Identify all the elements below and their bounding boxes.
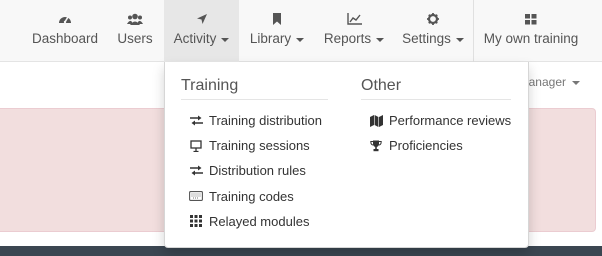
nav-divider [473, 0, 474, 62]
chevron-down-icon [455, 37, 464, 42]
menu-item-label: Training codes [209, 188, 294, 204]
nav-reports-label: Reports [323, 31, 372, 46]
nav-users-label: Users [117, 31, 153, 46]
training-menu-list: Training distribution Training sessions … [181, 108, 328, 234]
nav-library-label: Library [249, 31, 292, 46]
menu-item-training-sessions[interactable]: Training sessions [181, 133, 328, 158]
nav-settings[interactable]: Settings [398, 0, 468, 62]
nav-activity[interactable]: Activity [164, 0, 239, 62]
trophy-icon [369, 139, 383, 153]
menu-item-training-distribution[interactable]: Training distribution [181, 108, 328, 133]
other-column: Other Performance reviews Proficiencies [361, 62, 511, 158]
nav-library-label-wrap: Library [249, 31, 305, 46]
presentation-icon [189, 139, 203, 153]
users-icon [127, 11, 143, 27]
nav-my-own-training-label: My own training [483, 31, 579, 46]
menu-item-label: Relayed modules [209, 213, 310, 229]
th-icon [189, 214, 203, 228]
other-heading: Other [361, 77, 511, 100]
activity-dropdown-menu: Training Training distribution Training … [164, 62, 529, 248]
training-column: Training Training distribution Training … [181, 62, 328, 234]
nav-settings-label-wrap: Settings [402, 31, 464, 46]
map-icon [369, 114, 383, 128]
menu-item-performance-reviews[interactable]: Performance reviews [361, 108, 511, 133]
menu-item-label: Performance reviews [389, 113, 512, 129]
top-navbar: Dashboard Users Activity Library Reports [0, 0, 602, 62]
paper-plane-icon [196, 11, 208, 27]
nav-dashboard[interactable]: Dashboard [22, 0, 108, 62]
chevron-down-icon [376, 37, 385, 42]
menu-item-training-codes[interactable]: Training codes [181, 184, 328, 209]
nav-activity-label: Activity [173, 31, 217, 46]
nav-my-own-training[interactable]: My own training [480, 0, 582, 62]
chevron-down-icon [572, 81, 580, 85]
menu-item-relayed-modules[interactable]: Relayed modules [181, 209, 328, 234]
nav-reports-label-wrap: Reports [323, 31, 385, 46]
exchange-icon [189, 164, 203, 178]
nav-library[interactable]: Library [242, 0, 312, 62]
menu-item-proficiencies[interactable]: Proficiencies [361, 133, 511, 158]
line-chart-icon [346, 11, 362, 27]
bookmark-icon [272, 11, 282, 27]
keyboard-icon [189, 189, 203, 203]
menu-item-label: Training sessions [209, 138, 310, 154]
grid-icon [525, 11, 537, 27]
menu-item-distribution-rules[interactable]: Distribution rules [181, 158, 328, 183]
dashboard-icon [58, 11, 72, 27]
nav-users[interactable]: Users [110, 0, 160, 62]
training-heading: Training [181, 77, 328, 100]
nav-reports[interactable]: Reports [320, 0, 388, 62]
nav-activity-label-wrap: Activity [174, 31, 230, 46]
nav-dashboard-label: Dashboard [31, 31, 99, 46]
nav-settings-label: Settings [402, 31, 451, 46]
chevron-down-icon [296, 37, 305, 42]
menu-item-label: Proficiencies [389, 138, 463, 154]
exchange-icon [189, 114, 203, 128]
gear-icon [427, 11, 439, 27]
chevron-down-icon [221, 37, 230, 42]
menu-item-label: Training distribution [209, 113, 322, 129]
menu-item-label: Distribution rules [209, 163, 306, 179]
other-menu-list: Performance reviews Proficiencies [361, 108, 511, 158]
